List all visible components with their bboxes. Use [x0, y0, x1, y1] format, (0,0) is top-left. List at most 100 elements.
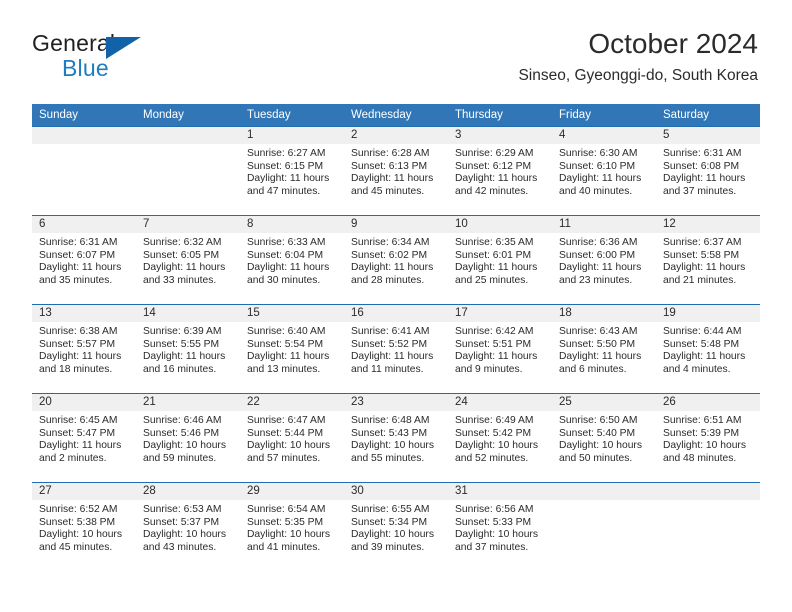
- day-number: 21: [136, 394, 240, 411]
- daylight-duration-line1: Daylight: 11 hours: [455, 262, 538, 274]
- calendar-week-row: 27 Sunrise: 6:52 AM Sunset: 5:38 PM Dayligh…: [32, 482, 760, 571]
- calendar-day-cell[interactable]: 7 Sunrise: 6:32 AM Sunset: 6:05 PM Daylight…: [136, 215, 240, 305]
- sunset-time: Sunset: 5:54 PM: [247, 338, 324, 350]
- daylight-duration-line1: Daylight: 11 hours: [143, 262, 226, 274]
- calendar-day-cell[interactable]: 1 Sunrise: 6:27 AM Sunset: 6:15 PM Daylight…: [240, 126, 344, 216]
- daylight-duration-line1: Daylight: 10 hours: [663, 440, 746, 452]
- sunrise-time: Sunrise: 6:39 AM: [143, 326, 222, 337]
- daylight-duration-line2: and 9 minutes.: [455, 364, 523, 376]
- calendar-day-cell[interactable]: 13 Sunrise: 6:38 AM Sunset: 5:57 PM Dayligh…: [32, 304, 136, 394]
- day-number: 25: [552, 394, 656, 411]
- calendar-day-cell[interactable]: 5 Sunrise: 6:31 AM Sunset: 6:08 PM Daylight…: [656, 126, 760, 216]
- calendar-day-cell[interactable]: 26 Sunrise: 6:51 AM Sunset: 5:39 PM Dayligh…: [656, 393, 760, 483]
- sunrise-time: Sunrise: 6:45 AM: [39, 415, 118, 426]
- day-number: 17: [448, 305, 552, 322]
- calendar-day-cell[interactable]: 4 Sunrise: 6:30 AM Sunset: 6:10 PM Daylight…: [552, 126, 656, 216]
- calendar-day-cell[interactable]: 10 Sunrise: 6:35 AM Sunset: 6:01 PM Dayligh…: [448, 215, 552, 305]
- calendar-body: 1 Sunrise: 6:27 AM Sunset: 6:15 PM Daylight…: [32, 126, 760, 571]
- day-number: [656, 483, 760, 500]
- day-details: Sunrise: 6:37 AM Sunset: 5:58 PM Daylight:…: [656, 233, 760, 288]
- sunset-time: Sunset: 5:47 PM: [39, 427, 116, 439]
- daylight-duration-line1: Daylight: 11 hours: [663, 351, 746, 363]
- sunset-time: Sunset: 6:00 PM: [559, 249, 636, 261]
- calendar-day-cell[interactable]: 22 Sunrise: 6:47 AM Sunset: 5:44 PM Dayligh…: [240, 393, 344, 483]
- daylight-duration-line2: and 37 minutes.: [663, 186, 737, 198]
- daylight-duration-line1: Daylight: 11 hours: [351, 262, 434, 274]
- sunset-time: Sunset: 6:10 PM: [559, 160, 636, 172]
- general-blue-logo[interactable]: General Blue: [32, 32, 212, 84]
- day-number: 13: [32, 305, 136, 322]
- daylight-duration-line2: and 13 minutes.: [247, 364, 321, 376]
- page-title: October 2024: [588, 28, 758, 59]
- weekday-header-tuesday: Tuesday: [240, 104, 344, 127]
- calendar-day-cell[interactable]: 16 Sunrise: 6:41 AM Sunset: 5:52 PM Dayligh…: [344, 304, 448, 394]
- calendar-day-cell[interactable]: 6 Sunrise: 6:31 AM Sunset: 6:07 PM Daylight…: [32, 215, 136, 305]
- calendar-cell-empty: [136, 126, 240, 216]
- calendar-day-cell[interactable]: 23 Sunrise: 6:48 AM Sunset: 5:43 PM Dayligh…: [344, 393, 448, 483]
- sunset-time: Sunset: 6:05 PM: [143, 249, 220, 261]
- day-details: Sunrise: 6:47 AM Sunset: 5:44 PM Daylight:…: [240, 411, 344, 466]
- day-number: 9: [344, 216, 448, 233]
- calendar-day-cell[interactable]: 27 Sunrise: 6:52 AM Sunset: 5:38 PM Dayligh…: [32, 482, 136, 571]
- day-details: Sunrise: 6:30 AM Sunset: 6:10 PM Daylight:…: [552, 144, 656, 199]
- day-number: 7: [136, 216, 240, 233]
- sunrise-time: Sunrise: 6:56 AM: [455, 504, 534, 515]
- day-number: 15: [240, 305, 344, 322]
- daylight-duration-line1: Daylight: 11 hours: [39, 440, 122, 452]
- day-number: 10: [448, 216, 552, 233]
- calendar-day-cell[interactable]: 21 Sunrise: 6:46 AM Sunset: 5:46 PM Dayligh…: [136, 393, 240, 483]
- calendar-day-cell[interactable]: 14 Sunrise: 6:39 AM Sunset: 5:55 PM Dayligh…: [136, 304, 240, 394]
- weekday-header-row: Sunday Monday Tuesday Wednesday Thursday…: [32, 104, 760, 127]
- sunrise-time: Sunrise: 6:55 AM: [351, 504, 430, 515]
- calendar-day-cell[interactable]: 2 Sunrise: 6:28 AM Sunset: 6:13 PM Daylight…: [344, 126, 448, 216]
- daylight-duration-line2: and 52 minutes.: [455, 453, 529, 465]
- daylight-duration-line2: and 35 minutes.: [39, 275, 113, 287]
- calendar-day-cell[interactable]: 15 Sunrise: 6:40 AM Sunset: 5:54 PM Dayligh…: [240, 304, 344, 394]
- day-details: Sunrise: 6:36 AM Sunset: 6:00 PM Daylight:…: [552, 233, 656, 288]
- day-details: Sunrise: 6:42 AM Sunset: 5:51 PM Daylight:…: [448, 322, 552, 377]
- sunrise-time: Sunrise: 6:40 AM: [247, 326, 326, 337]
- daylight-duration-line2: and 30 minutes.: [247, 275, 321, 287]
- calendar-day-cell[interactable]: 28 Sunrise: 6:53 AM Sunset: 5:37 PM Dayligh…: [136, 482, 240, 571]
- day-details: Sunrise: 6:33 AM Sunset: 6:04 PM Daylight:…: [240, 233, 344, 288]
- daylight-duration-line2: and 37 minutes.: [455, 542, 529, 554]
- calendar-day-cell[interactable]: 20 Sunrise: 6:45 AM Sunset: 5:47 PM Dayligh…: [32, 393, 136, 483]
- sunrise-time: Sunrise: 6:41 AM: [351, 326, 430, 337]
- calendar-day-cell[interactable]: 3 Sunrise: 6:29 AM Sunset: 6:12 PM Daylight…: [448, 126, 552, 216]
- daylight-duration-line1: Daylight: 11 hours: [455, 351, 538, 363]
- weekday-header-thursday: Thursday: [448, 104, 552, 127]
- sunrise-time: Sunrise: 6:47 AM: [247, 415, 326, 426]
- page-subtitle: Sinseo, Gyeonggi-do, South Korea: [518, 67, 758, 84]
- day-number: 19: [656, 305, 760, 322]
- calendar-day-cell[interactable]: 9 Sunrise: 6:34 AM Sunset: 6:02 PM Daylight…: [344, 215, 448, 305]
- day-details: Sunrise: 6:40 AM Sunset: 5:54 PM Daylight:…: [240, 322, 344, 377]
- day-number: 26: [656, 394, 760, 411]
- weekday-header-monday: Monday: [136, 104, 240, 127]
- day-number: 4: [552, 127, 656, 144]
- calendar-day-cell[interactable]: 12 Sunrise: 6:37 AM Sunset: 5:58 PM Dayligh…: [656, 215, 760, 305]
- day-details: Sunrise: 6:56 AM Sunset: 5:33 PM Daylight:…: [448, 500, 552, 555]
- day-details: Sunrise: 6:55 AM Sunset: 5:34 PM Daylight:…: [344, 500, 448, 555]
- day-number: [552, 483, 656, 500]
- calendar-day-cell[interactable]: 25 Sunrise: 6:50 AM Sunset: 5:40 PM Dayligh…: [552, 393, 656, 483]
- daylight-duration-line1: Daylight: 10 hours: [143, 440, 226, 452]
- calendar-day-cell[interactable]: 8 Sunrise: 6:33 AM Sunset: 6:04 PM Daylight…: [240, 215, 344, 305]
- calendar-day-cell[interactable]: 24 Sunrise: 6:49 AM Sunset: 5:42 PM Dayligh…: [448, 393, 552, 483]
- calendar-day-cell[interactable]: 31 Sunrise: 6:56 AM Sunset: 5:33 PM Dayligh…: [448, 482, 552, 571]
- day-details: Sunrise: 6:43 AM Sunset: 5:50 PM Daylight:…: [552, 322, 656, 377]
- day-details: Sunrise: 6:28 AM Sunset: 6:13 PM Daylight:…: [344, 144, 448, 199]
- calendar-day-cell[interactable]: 18 Sunrise: 6:43 AM Sunset: 5:50 PM Dayligh…: [552, 304, 656, 394]
- sunrise-time: Sunrise: 6:54 AM: [247, 504, 326, 515]
- day-number: 6: [32, 216, 136, 233]
- day-number: 29: [240, 483, 344, 500]
- day-number: 11: [552, 216, 656, 233]
- calendar-day-cell[interactable]: 30 Sunrise: 6:55 AM Sunset: 5:34 PM Dayligh…: [344, 482, 448, 571]
- calendar-day-cell[interactable]: 19 Sunrise: 6:44 AM Sunset: 5:48 PM Dayligh…: [656, 304, 760, 394]
- calendar-day-cell[interactable]: 11 Sunrise: 6:36 AM Sunset: 6:00 PM Dayligh…: [552, 215, 656, 305]
- calendar-day-cell[interactable]: 17 Sunrise: 6:42 AM Sunset: 5:51 PM Dayligh…: [448, 304, 552, 394]
- daylight-duration-line1: Daylight: 10 hours: [351, 440, 434, 452]
- sunset-time: Sunset: 5:50 PM: [559, 338, 636, 350]
- sunset-time: Sunset: 6:07 PM: [39, 249, 116, 261]
- day-details: Sunrise: 6:54 AM Sunset: 5:35 PM Daylight:…: [240, 500, 344, 555]
- calendar-day-cell[interactable]: 29 Sunrise: 6:54 AM Sunset: 5:35 PM Dayligh…: [240, 482, 344, 571]
